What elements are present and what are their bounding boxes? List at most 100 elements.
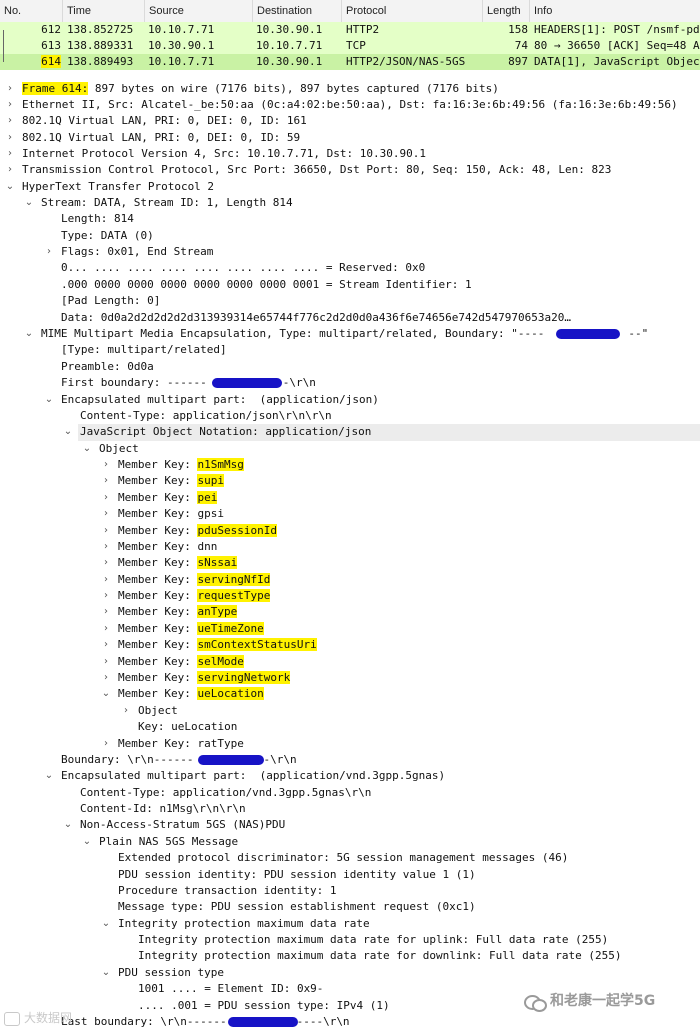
collapse-arrow-icon[interactable]: ⌄ bbox=[101, 916, 111, 932]
tree-item-ethernet[interactable]: Ethernet II, Src: Alcatel-_be:50:aa (0c:… bbox=[22, 97, 678, 113]
expand-arrow-icon[interactable]: › bbox=[5, 97, 15, 113]
collapse-arrow-icon[interactable]: ⌄ bbox=[63, 424, 73, 440]
member-key[interactable]: Member Key: selMode bbox=[118, 654, 244, 670]
expand-arrow-icon[interactable]: › bbox=[5, 113, 15, 129]
col-header-protocol[interactable]: Protocol bbox=[342, 0, 483, 22]
expand-arrow-icon[interactable]: › bbox=[101, 588, 111, 604]
collapse-arrow-icon[interactable]: ⌄ bbox=[24, 326, 34, 342]
tree-item-flags[interactable]: Flags: 0x01, End Stream bbox=[61, 244, 213, 260]
expand-arrow-icon[interactable]: › bbox=[101, 604, 111, 620]
tree-item-element-id[interactable]: 1001 .... = Element ID: 0x9- bbox=[138, 981, 323, 997]
tree-item-length[interactable]: Length: 814 bbox=[61, 211, 134, 227]
collapse-arrow-icon[interactable]: ⌄ bbox=[63, 817, 73, 833]
tree-item-ipmdr-uplink[interactable]: Integrity protection maximum data rate f… bbox=[138, 932, 608, 948]
tree-item-ipmdr[interactable]: Integrity protection maximum data rate bbox=[118, 916, 370, 932]
collapse-arrow-icon[interactable]: ⌄ bbox=[101, 686, 111, 702]
expand-arrow-icon[interactable]: › bbox=[101, 654, 111, 670]
collapse-arrow-icon[interactable]: ⌄ bbox=[24, 195, 34, 211]
col-header-destination[interactable]: Destination bbox=[253, 0, 342, 22]
expand-arrow-icon[interactable]: › bbox=[5, 162, 15, 178]
member-key[interactable]: Member Key: servingNfId bbox=[118, 572, 271, 588]
expand-arrow-icon[interactable]: › bbox=[44, 244, 54, 260]
expand-arrow-icon[interactable]: › bbox=[101, 473, 111, 489]
member-key[interactable]: Member Key: smContextStatusUri bbox=[118, 637, 317, 653]
collapse-arrow-icon[interactable]: ⌄ bbox=[101, 965, 111, 981]
expand-arrow-icon[interactable]: › bbox=[101, 637, 111, 653]
member-key[interactable]: Member Key: pei bbox=[118, 490, 218, 506]
tree-item-plain-nas[interactable]: Plain NAS 5GS Message bbox=[99, 834, 238, 850]
tree-item-vlan[interactable]: 802.1Q Virtual LAN, PRI: 0, DEI: 0, ID: … bbox=[22, 113, 307, 129]
tree-item-nas-pdu[interactable]: Non-Access-Stratum 5GS (NAS)PDU bbox=[80, 817, 285, 833]
member-key[interactable]: Member Key: servingNetwork bbox=[118, 670, 291, 686]
collapse-arrow-icon[interactable]: ⌄ bbox=[82, 834, 92, 850]
expand-arrow-icon[interactable]: › bbox=[121, 703, 131, 719]
expand-arrow-icon[interactable]: › bbox=[101, 490, 111, 506]
tree-item-type[interactable]: Type: DATA (0) bbox=[61, 228, 154, 244]
tree-item-last-boundary[interactable]: Last boundary: \r\n------ ----\r\n bbox=[61, 1014, 350, 1030]
tree-item-http2[interactable]: HyperText Transfer Protocol 2 bbox=[22, 179, 214, 195]
col-header-info[interactable]: Info bbox=[530, 0, 700, 22]
tree-item-pti[interactable]: Procedure transaction identity: 1 bbox=[118, 883, 337, 899]
tree-item-ip[interactable]: Internet Protocol Version 4, Src: 10.10.… bbox=[22, 146, 426, 162]
packet-row[interactable]: 612 138.852725 10.10.7.71 10.30.90.1 HTT… bbox=[0, 22, 700, 38]
tree-item-stream[interactable]: Stream: DATA, Stream ID: 1, Length 814 bbox=[41, 195, 293, 211]
tree-item-stream-identifier[interactable]: .000 0000 0000 0000 0000 0000 0000 0001 … bbox=[61, 277, 472, 293]
tree-item-psi[interactable]: PDU session identity: PDU session identi… bbox=[118, 867, 476, 883]
expand-arrow-icon[interactable]: › bbox=[101, 670, 111, 686]
tree-item-preamble[interactable]: Preamble: 0d0a bbox=[61, 359, 154, 375]
tree-item-mime-type[interactable]: [Type: multipart/related] bbox=[61, 342, 227, 358]
tree-item-tcp[interactable]: Transmission Control Protocol, Src Port:… bbox=[22, 162, 611, 178]
tree-item-frame[interactable]: Frame 614: 897 bytes on wire (7176 bits)… bbox=[22, 81, 499, 97]
tree-item-multipart-nas[interactable]: Encapsulated multipart part: (applicatio… bbox=[61, 768, 445, 784]
expand-arrow-icon[interactable]: › bbox=[101, 555, 111, 571]
tree-item-object[interactable]: Object bbox=[138, 703, 178, 719]
member-key[interactable]: Member Key: anType bbox=[118, 604, 238, 620]
expand-arrow-icon[interactable]: › bbox=[101, 539, 111, 555]
expand-arrow-icon[interactable]: › bbox=[101, 457, 111, 473]
tree-item-pad-length[interactable]: [Pad Length: 0] bbox=[61, 293, 160, 309]
member-key[interactable]: Member Key: requestType bbox=[118, 588, 271, 604]
tree-item-epd[interactable]: Extended protocol discriminator: 5G sess… bbox=[118, 850, 568, 866]
col-header-source[interactable]: Source bbox=[145, 0, 253, 22]
col-header-length[interactable]: Length bbox=[483, 0, 530, 22]
expand-arrow-icon[interactable]: › bbox=[101, 736, 111, 752]
tree-item-key[interactable]: Key: ueLocation bbox=[138, 719, 237, 735]
member-key[interactable]: Member Key: ueLocation bbox=[118, 686, 264, 702]
tree-item-multipart-json[interactable]: Encapsulated multipart part: (applicatio… bbox=[61, 392, 379, 408]
expand-arrow-icon[interactable]: › bbox=[5, 146, 15, 162]
tree-item-content-id[interactable]: Content-Id: n1Msg\r\n\r\n bbox=[80, 801, 246, 817]
tree-item-message-type[interactable]: Message type: PDU session establishment … bbox=[118, 899, 476, 915]
member-key[interactable]: Member Key: pduSessionId bbox=[118, 523, 277, 539]
tree-item-reserved[interactable]: 0... .... .... .... .... .... .... .... … bbox=[61, 260, 425, 276]
tree-item-pdu-session-type[interactable]: PDU session type bbox=[118, 965, 224, 981]
collapse-arrow-icon[interactable]: ⌄ bbox=[5, 179, 15, 195]
expand-arrow-icon[interactable]: › bbox=[101, 621, 111, 637]
tree-item-content-type[interactable]: Content-Type: application/vnd.3gpp.5gnas… bbox=[80, 785, 371, 801]
member-key[interactable]: Member Key: supi bbox=[118, 473, 224, 489]
tree-item-ipmdr-downlink[interactable]: Integrity protection maximum data rate f… bbox=[138, 948, 621, 964]
col-header-time[interactable]: Time bbox=[63, 0, 145, 22]
expand-arrow-icon[interactable]: › bbox=[101, 572, 111, 588]
tree-item-vlan[interactable]: 802.1Q Virtual LAN, PRI: 0, DEI: 0, ID: … bbox=[22, 130, 300, 146]
col-header-no[interactable]: No. bbox=[0, 0, 63, 22]
tree-item-data[interactable]: Data: 0d0a2d2d2d2d2d313939314e65744f776c… bbox=[61, 310, 571, 326]
member-key[interactable]: Member Key: sNssai bbox=[118, 555, 238, 571]
packet-row-selected[interactable]: 614 138.889493 10.10.7.71 10.30.90.1 HTT… bbox=[0, 54, 700, 70]
tree-item-pdu-session-type-value[interactable]: .... .001 = PDU session type: IPv4 (1) bbox=[138, 998, 390, 1014]
member-key[interactable]: Member Key: gpsi bbox=[118, 506, 224, 522]
expand-arrow-icon[interactable]: › bbox=[101, 523, 111, 539]
member-key[interactable]: Member Key: ueTimeZone bbox=[118, 621, 264, 637]
collapse-arrow-icon[interactable]: ⌄ bbox=[44, 768, 54, 784]
expand-arrow-icon[interactable]: › bbox=[5, 130, 15, 146]
collapse-arrow-icon[interactable]: ⌄ bbox=[44, 392, 54, 408]
member-key[interactable]: Member Key: ratType bbox=[118, 736, 244, 752]
expand-arrow-icon[interactable]: › bbox=[101, 506, 111, 522]
tree-item-content-type[interactable]: Content-Type: application/json\r\n\r\n bbox=[80, 408, 332, 424]
collapse-arrow-icon[interactable]: ⌄ bbox=[82, 441, 92, 457]
tree-item-object[interactable]: Object bbox=[99, 441, 139, 457]
expand-arrow-icon[interactable]: › bbox=[5, 81, 15, 97]
member-key[interactable]: Member Key: n1SmMsg bbox=[118, 457, 244, 473]
member-key[interactable]: Member Key: dnn bbox=[118, 539, 217, 555]
packet-row[interactable]: 613 138.889331 10.30.90.1 10.10.7.71 TCP… bbox=[0, 38, 700, 54]
tree-item-json[interactable]: JavaScript Object Notation: application/… bbox=[80, 424, 371, 440]
